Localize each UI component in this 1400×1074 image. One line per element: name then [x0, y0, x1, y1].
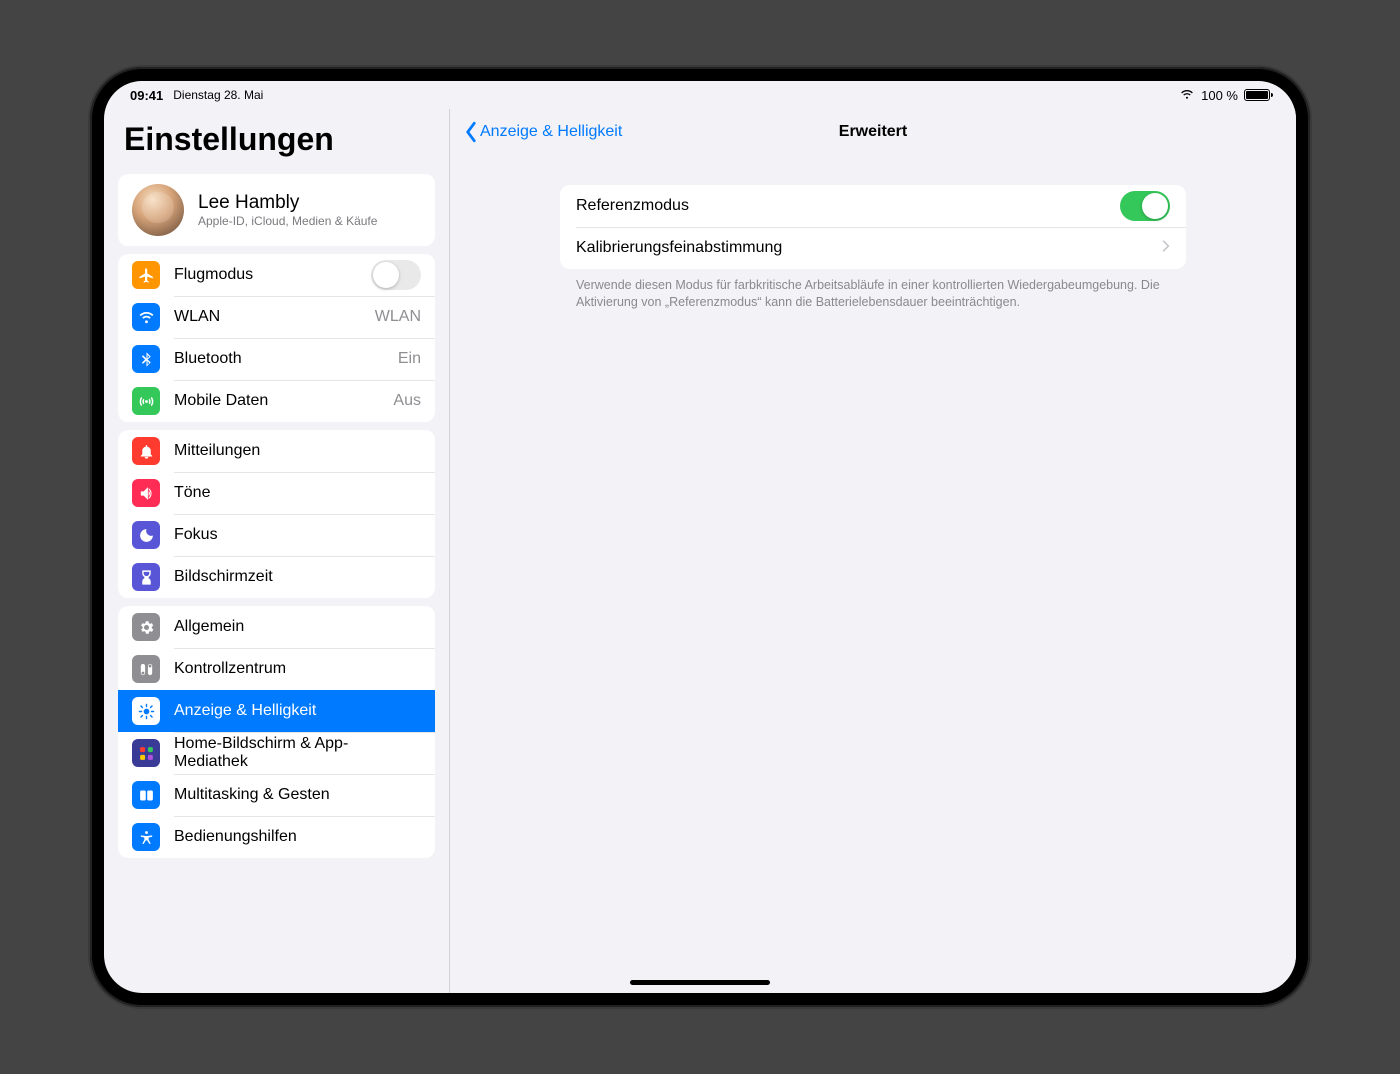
sidebar-item-wlan[interactable]: WLAN WLAN	[118, 296, 435, 338]
status-date: Dienstag 28. Mai	[173, 88, 263, 102]
bluetooth-label: Bluetooth	[174, 350, 384, 368]
wlan-value: WLAN	[375, 308, 421, 326]
back-label: Anzeige & Helligkeit	[480, 123, 622, 141]
sidebar-item-accessibility[interactable]: Bedienungshilfen	[118, 816, 435, 858]
battery-percent: 100 %	[1201, 88, 1238, 103]
sidebar-item-focus[interactable]: Fokus	[118, 514, 435, 556]
calibration-row[interactable]: Kalibrierungsfeinabstimmung	[560, 227, 1186, 269]
screentime-label: Bildschirmzeit	[174, 568, 421, 586]
chevron-right-icon	[1162, 239, 1170, 258]
screentime-icon	[132, 563, 160, 591]
controlcenter-icon	[132, 655, 160, 683]
reference-mode-label: Referenzmodus	[576, 197, 1110, 215]
sidebar-item-multitasking[interactable]: Multitasking & Gesten	[118, 774, 435, 816]
avatar	[132, 184, 184, 236]
ipad-device-frame: 09:41 Dienstag 28. Mai 100 % Einstellung…	[90, 67, 1310, 1007]
airplane-label: Flugmodus	[174, 266, 357, 284]
controlcenter-label: Kontrollzentrum	[174, 660, 421, 678]
sidebar-item-controlcenter[interactable]: Kontrollzentrum	[118, 648, 435, 690]
profile-name: Lee Hambly	[198, 192, 377, 214]
sidebar-item-cellular[interactable]: Mobile Daten Aus	[118, 380, 435, 422]
group-footer-note: Verwende diesen Modus für farbkritische …	[560, 269, 1186, 311]
airplane-toggle[interactable]	[371, 260, 421, 290]
back-button[interactable]: Anzeige & Helligkeit	[464, 121, 622, 143]
wifi-icon	[1179, 88, 1195, 103]
reference-mode-toggle[interactable]	[1120, 191, 1170, 221]
battery-icon	[1244, 89, 1270, 101]
sidebar-item-sounds[interactable]: Töne	[118, 472, 435, 514]
detail-navbar: Anzeige & Helligkeit Erweitert	[450, 109, 1296, 155]
homescreen-icon	[132, 739, 160, 767]
chevron-left-icon	[464, 121, 478, 143]
settings-sidebar: Einstellungen Lee Hambly Apple-ID, iClou…	[104, 109, 450, 993]
status-time: 09:41	[130, 88, 163, 103]
homescreen-label: Home-Bildschirm & App-Mediathek	[174, 735, 421, 771]
reference-mode-group: Referenzmodus Kalibrierungsfeinabstimmun…	[560, 185, 1186, 269]
bluetooth-icon	[132, 345, 160, 373]
profile-subtitle: Apple-ID, iCloud, Medien & Käufe	[198, 214, 377, 228]
notifications-icon	[132, 437, 160, 465]
detail-pane: Anzeige & Helligkeit Erweitert Referenzm…	[450, 109, 1296, 993]
sidebar-item-general[interactable]: Allgemein	[118, 606, 435, 648]
notifications-label: Mitteilungen	[174, 442, 421, 460]
sounds-icon	[132, 479, 160, 507]
accessibility-label: Bedienungshilfen	[174, 828, 421, 846]
status-bar: 09:41 Dienstag 28. Mai 100 %	[104, 81, 1296, 109]
calibration-label: Kalibrierungsfeinabstimmung	[576, 239, 1152, 257]
cellular-label: Mobile Daten	[174, 392, 379, 410]
general-label: Allgemein	[174, 618, 421, 636]
airplane-icon	[132, 261, 160, 289]
reference-mode-row[interactable]: Referenzmodus	[560, 185, 1186, 227]
cellular-icon	[132, 387, 160, 415]
accessibility-icon	[132, 823, 160, 851]
cellular-value: Aus	[393, 392, 421, 410]
sidebar-title: Einstellungen	[104, 109, 449, 166]
focus-label: Fokus	[174, 526, 421, 544]
sounds-label: Töne	[174, 484, 421, 502]
screen: 09:41 Dienstag 28. Mai 100 % Einstellung…	[104, 81, 1296, 993]
display-label: Anzeige & Helligkeit	[174, 702, 421, 720]
sidebar-item-notifications[interactable]: Mitteilungen	[118, 430, 435, 472]
sidebar-item-homescreen[interactable]: Home-Bildschirm & App-Mediathek	[118, 732, 435, 774]
multitasking-label: Multitasking & Gesten	[174, 786, 421, 804]
profile-card[interactable]: Lee Hambly Apple-ID, iCloud, Medien & Kä…	[118, 174, 435, 246]
sidebar-item-bluetooth[interactable]: Bluetooth Ein	[118, 338, 435, 380]
sidebar-item-airplane[interactable]: Flugmodus	[118, 254, 435, 296]
wifi-settings-icon	[132, 303, 160, 331]
sidebar-item-screentime[interactable]: Bildschirmzeit	[118, 556, 435, 598]
display-icon	[132, 697, 160, 725]
bluetooth-value: Ein	[398, 350, 421, 368]
sidebar-item-display[interactable]: Anzeige & Helligkeit	[118, 690, 435, 732]
general-icon	[132, 613, 160, 641]
wlan-label: WLAN	[174, 308, 361, 326]
multitasking-icon	[132, 781, 160, 809]
focus-icon	[132, 521, 160, 549]
home-indicator[interactable]	[630, 980, 770, 985]
